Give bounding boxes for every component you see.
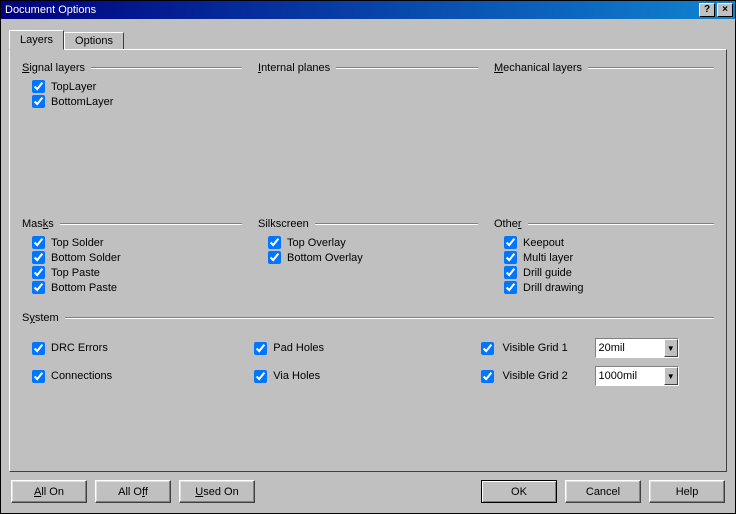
group-masks: Masks Top Solder Bottom Solder Top Paste… xyxy=(22,218,242,296)
combo-visible-grid-2[interactable]: ▼ xyxy=(595,366,679,386)
divider xyxy=(336,67,478,69)
group-internal-planes: Internal planes xyxy=(258,62,478,202)
checkbox-multi-layer[interactable]: Multi layer xyxy=(504,251,714,264)
ok-button[interactable]: OK xyxy=(481,480,557,503)
input-visible-grid-2[interactable] xyxy=(596,367,664,385)
label-visible-grid-2: Visible Grid 2 xyxy=(503,370,589,382)
cancel-button[interactable]: Cancel xyxy=(565,480,641,503)
group-label-other: Other xyxy=(494,218,522,230)
document-options-dialog: Document Options ? × Layers Options Sign… xyxy=(0,0,736,514)
divider xyxy=(315,223,478,225)
checkbox-via-holes[interactable]: Via Holes xyxy=(254,370,450,383)
checkbox-toplayer[interactable]: TopLayer xyxy=(32,80,242,93)
checkbox-pad-holes[interactable]: Pad Holes xyxy=(254,342,450,355)
combo-visible-grid-1[interactable]: ▼ xyxy=(595,338,679,358)
help-icon: ? xyxy=(704,5,710,15)
checkbox-top-paste[interactable]: Top Paste xyxy=(32,266,242,279)
group-label-masks: Masks xyxy=(22,218,54,230)
titlebar: Document Options ? × xyxy=(1,1,735,19)
close-icon: × xyxy=(722,5,728,15)
input-visible-grid-1[interactable] xyxy=(596,339,664,357)
checkbox-drill-guide[interactable]: Drill guide xyxy=(504,266,714,279)
chevron-down-icon[interactable]: ▼ xyxy=(664,367,678,385)
group-silkscreen: Silkscreen Top Overlay Bottom Overlay xyxy=(258,218,478,296)
help-button[interactable]: Help xyxy=(649,480,725,503)
checkbox-top-overlay[interactable]: Top Overlay xyxy=(268,236,478,249)
titlebar-help-button[interactable]: ? xyxy=(699,3,715,17)
checkbox-keepout[interactable]: Keepout xyxy=(504,236,714,249)
group-label-mechanical: Mechanical layers xyxy=(494,62,582,74)
tab-options[interactable]: Options xyxy=(64,32,124,49)
group-label-internal: Internal planes xyxy=(258,62,330,74)
divider xyxy=(528,223,714,225)
titlebar-close-button[interactable]: × xyxy=(717,3,733,17)
row-visible-grid-2: Visible Grid 2 ▼ xyxy=(477,366,715,386)
label-visible-grid-1: Visible Grid 1 xyxy=(503,342,589,354)
divider xyxy=(65,317,714,319)
group-system: System xyxy=(22,312,714,324)
checkbox-bottom-overlay[interactable]: Bottom Overlay xyxy=(268,251,478,264)
all-on-button[interactable]: All On xyxy=(11,480,87,503)
client-area: Layers Options Signal layers TopLayer Bo… xyxy=(1,19,735,513)
checkbox-bottom-solder[interactable]: Bottom Solder xyxy=(32,251,242,264)
divider xyxy=(91,67,242,69)
group-signal-layers: Signal layers TopLayer BottomLayer xyxy=(22,62,242,202)
used-on-button[interactable]: Used On xyxy=(179,480,255,503)
checkbox-visible-grid-2[interactable] xyxy=(481,370,494,383)
checkbox-bottom-paste[interactable]: Bottom Paste xyxy=(32,281,242,294)
checkbox-drill-drawing[interactable]: Drill drawing xyxy=(504,281,714,294)
tabstrip: Layers Options xyxy=(9,27,727,49)
group-label-system: System xyxy=(22,312,59,324)
all-off-button[interactable]: All Off xyxy=(95,480,171,503)
checkbox-connections[interactable]: Connections xyxy=(32,370,228,383)
group-label-silkscreen: Silkscreen xyxy=(258,218,309,230)
chevron-down-icon[interactable]: ▼ xyxy=(664,339,678,357)
checkbox-drc-errors[interactable]: DRC Errors xyxy=(32,342,228,355)
checkbox-bottomlayer[interactable]: BottomLayer xyxy=(32,95,242,108)
group-label-signal: Signal layers xyxy=(22,62,85,74)
group-mechanical-layers: Mechanical layers xyxy=(494,62,714,202)
group-other: Other Keepout Multi layer Drill guide Dr… xyxy=(494,218,714,296)
checkbox-visible-grid-1[interactable] xyxy=(481,342,494,355)
checkbox-top-solder[interactable]: Top Solder xyxy=(32,236,242,249)
button-bar: All On All Off Used On OK Cancel Help xyxy=(9,472,727,505)
window-title: Document Options xyxy=(5,4,697,16)
tab-panel-layers: Signal layers TopLayer BottomLayer Inter… xyxy=(9,49,727,472)
tab-layers[interactable]: Layers xyxy=(9,30,64,50)
row-visible-grid-1: Visible Grid 1 ▼ xyxy=(477,338,715,358)
divider xyxy=(60,223,242,225)
divider xyxy=(588,67,714,69)
